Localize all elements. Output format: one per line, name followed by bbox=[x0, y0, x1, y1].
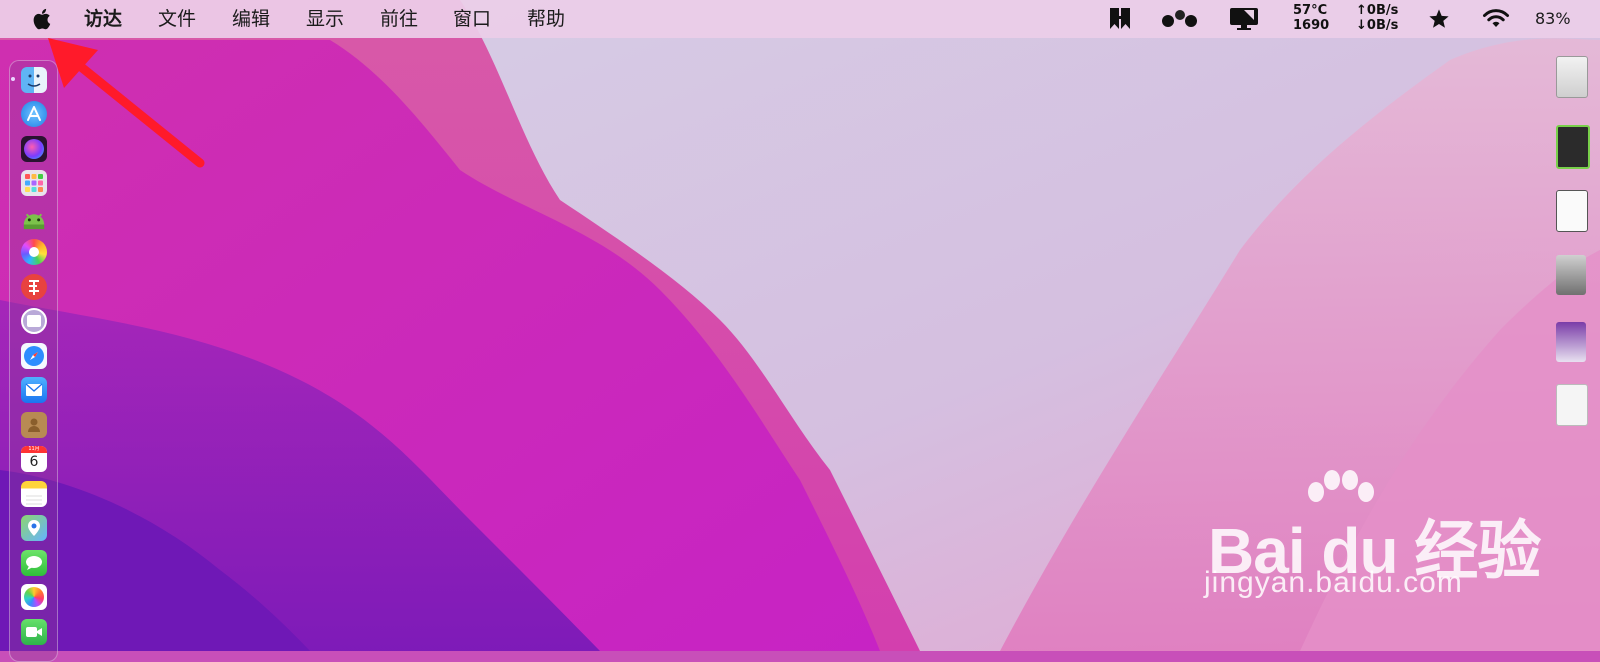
menu-go[interactable]: 前往 bbox=[380, 0, 418, 38]
mail-icon[interactable] bbox=[21, 377, 47, 403]
display-icon[interactable] bbox=[1228, 6, 1260, 32]
watermark-url: jingyan.baidu.com bbox=[1204, 566, 1463, 599]
temperature-label: 57°C bbox=[1293, 3, 1328, 18]
fan-speed-label: 1690 bbox=[1293, 18, 1330, 33]
calendar-month: 11月 bbox=[21, 446, 47, 453]
red-app-icon[interactable] bbox=[21, 274, 47, 300]
menu-window[interactable]: 窗口 bbox=[453, 0, 491, 38]
image-icon[interactable] bbox=[1556, 322, 1586, 362]
maps-icon[interactable] bbox=[21, 515, 47, 541]
sensor-readout[interactable]: 57°C 1690 bbox=[1293, 3, 1329, 33]
menu-view[interactable]: 显示 bbox=[306, 0, 344, 38]
document-icon[interactable] bbox=[1556, 384, 1588, 426]
red-arrow-annotation bbox=[48, 38, 205, 168]
wifi-icon[interactable] bbox=[1482, 9, 1510, 29]
network-readout[interactable]: ↑0B/s ↓0B/s bbox=[1356, 3, 1398, 33]
photos-icon[interactable] bbox=[21, 584, 47, 610]
menu-help[interactable]: 帮助 bbox=[527, 0, 565, 38]
star-icon[interactable] bbox=[1428, 8, 1450, 30]
app-icon[interactable] bbox=[1556, 125, 1590, 169]
contacts-icon[interactable] bbox=[21, 412, 47, 438]
upload-speed-label: ↑0B/s bbox=[1356, 3, 1399, 18]
calendar-icon[interactable]: 11月 6 bbox=[21, 446, 47, 472]
notes-icon[interactable] bbox=[21, 481, 47, 507]
messages-icon[interactable] bbox=[21, 550, 47, 576]
facetime-icon[interactable] bbox=[21, 619, 47, 645]
document-icon[interactable] bbox=[1556, 190, 1588, 232]
image-icon[interactable] bbox=[1556, 255, 1586, 295]
dots-icon[interactable] bbox=[1161, 8, 1199, 30]
color-wheel-icon[interactable] bbox=[21, 239, 47, 265]
bookmark-icon[interactable] bbox=[1109, 7, 1131, 31]
safari-icon[interactable] bbox=[21, 343, 47, 369]
calculator-icon[interactable] bbox=[21, 308, 47, 334]
battery-percent[interactable]: 83% bbox=[1535, 0, 1571, 38]
calendar-day: 6 bbox=[29, 454, 39, 470]
download-speed-label: ↓0B/s bbox=[1356, 18, 1399, 33]
document-icon[interactable] bbox=[1556, 56, 1588, 98]
